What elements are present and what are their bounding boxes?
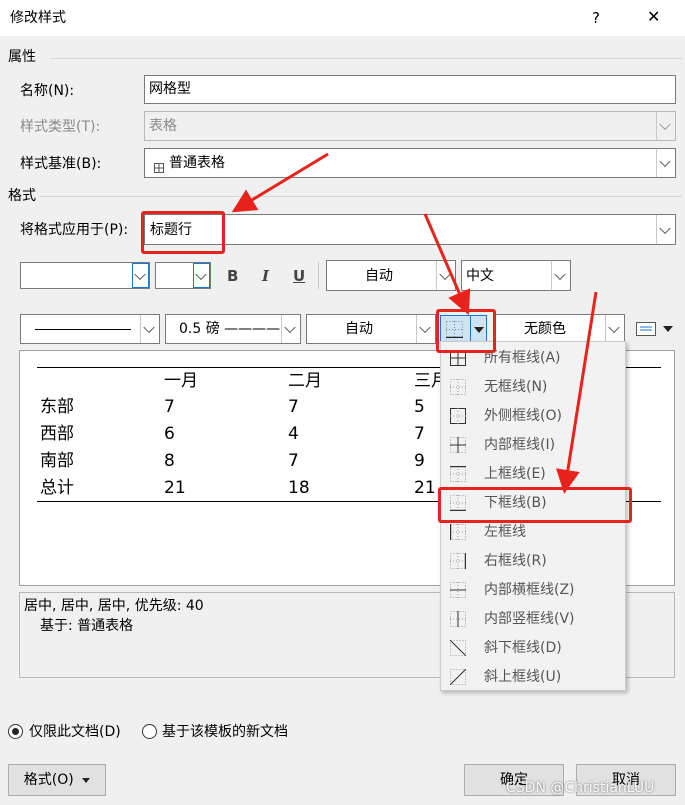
dropdown-arrow-icon	[82, 777, 91, 783]
only-doc-radio[interactable]	[8, 724, 23, 739]
radio-dot	[12, 728, 19, 735]
new-docs-radio[interactable]	[142, 724, 157, 739]
watermark-text: CSDN @ChristianLUU	[506, 780, 655, 796]
only-doc-label[interactable]: 仅限此文档(D)	[29, 722, 121, 742]
format-button-label: 格式(O)	[23, 772, 74, 788]
new-docs-label[interactable]: 基于该模板的新文档	[162, 722, 288, 742]
annotation-arrows	[231, 152, 598, 494]
format-button[interactable]: 格式(O)	[8, 764, 106, 796]
